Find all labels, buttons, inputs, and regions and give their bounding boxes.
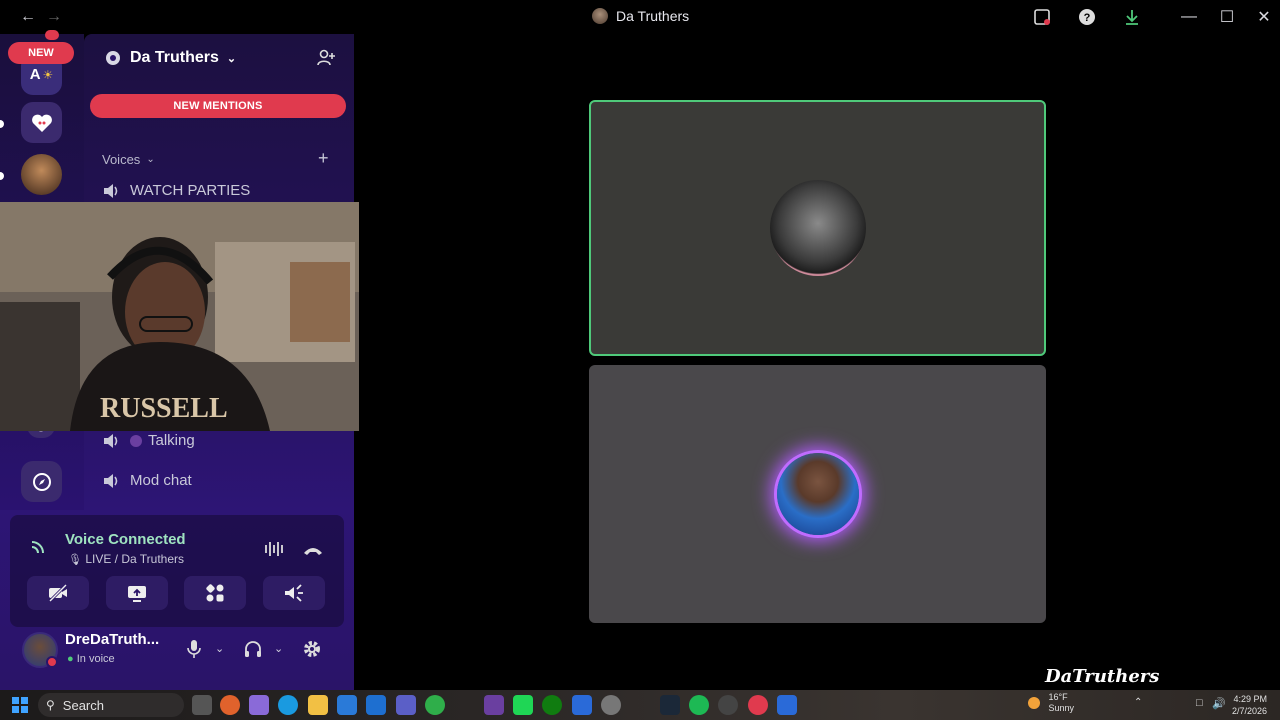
app-icon[interactable] — [777, 695, 797, 715]
weather-widget[interactable]: 16°F Sunny — [1028, 692, 1074, 714]
signal-icon — [30, 537, 48, 560]
store-icon[interactable] — [337, 695, 357, 715]
xbox-icon[interactable] — [542, 695, 562, 715]
chevron-down-icon: ⌄ — [226, 52, 237, 65]
screen-share-icon — [128, 586, 146, 602]
window-title: Da Truthers — [592, 8, 689, 24]
edge-icon[interactable] — [278, 695, 298, 715]
participant-tile[interactable] — [589, 365, 1046, 623]
webcam-feed-image: RUSSELL — [0, 202, 359, 431]
microphone-icon[interactable] — [186, 639, 202, 664]
microphone-small-icon: 🎙 — [68, 554, 82, 566]
new-badge[interactable]: NEW — [8, 42, 74, 64]
taskbar-clock[interactable]: 4:29 PM 2/7/2026 — [1232, 693, 1267, 717]
volume-icon[interactable]: 🔊 — [1212, 697, 1226, 710]
close-icon[interactable]: ✕ — [1253, 6, 1275, 28]
share-screen-button[interactable] — [106, 576, 168, 610]
mention-count-badge — [45, 30, 59, 40]
voice-panel: Voice Connected 🎙 LIVE / Da Truthers Dre… — [0, 510, 354, 690]
dnd-status-dot — [46, 656, 58, 668]
talking-emoji-icon — [130, 434, 142, 447]
back-arrow-icon[interactable]: ← — [20, 8, 36, 26]
app-icon[interactable] — [249, 695, 269, 715]
chevron-down-icon[interactable]: ⌄ — [215, 642, 224, 655]
teams-icon[interactable] — [396, 695, 416, 715]
svg-text:?: ? — [1084, 12, 1091, 24]
disconnect-icon[interactable] — [302, 543, 324, 562]
app-icon[interactable] — [718, 695, 738, 715]
webcam-overlay: RUSSELL — [0, 202, 359, 431]
chevron-up-icon[interactable]: ⌃ — [1134, 697, 1142, 708]
photos-icon[interactable] — [572, 695, 592, 715]
download-icon[interactable] — [1121, 6, 1143, 28]
username[interactable]: DreDaTruth... — [65, 631, 159, 648]
participant-avatar — [776, 453, 859, 535]
voice-status[interactable]: Voice Connected — [65, 531, 186, 548]
voice-channel[interactable]: 🎙 LIVE / Da Truthers — [68, 552, 184, 566]
speaker-lock-icon — [102, 473, 120, 489]
chevron-down-icon[interactable]: ⌄ — [274, 642, 283, 655]
search-icon: ⚲ — [46, 698, 55, 712]
user-status: ● In voice — [67, 653, 115, 665]
speaker-icon — [102, 433, 120, 449]
gear-badge-icon — [106, 51, 120, 65]
file-explorer-icon[interactable] — [308, 695, 328, 715]
server-icon-photo[interactable] — [21, 154, 62, 195]
discover-icon[interactable] — [21, 461, 62, 502]
voices-category[interactable]: Voices ⌄ — [102, 152, 155, 167]
minimize-icon[interactable]: — — [1178, 6, 1200, 28]
toggle-camera-button[interactable] — [27, 576, 89, 610]
streaming-app-icon[interactable] — [513, 695, 533, 715]
spotify-icon[interactable] — [689, 695, 709, 715]
activities-icon — [206, 584, 224, 602]
noise-suppression-icon[interactable] — [264, 541, 286, 562]
taskbar-search[interactable]: ⚲ Search — [38, 693, 184, 717]
app-icon[interactable] — [748, 695, 768, 715]
sun-icon: ☀ — [42, 67, 54, 82]
app-window: ← → Da Truthers ? — ☐ ✕ A ☀ ⓘ — [0, 0, 1280, 720]
new-mentions-button[interactable]: NEW MENTIONS — [90, 94, 346, 118]
settings-icon[interactable] — [601, 695, 621, 715]
soundboard-button[interactable] — [263, 576, 325, 610]
unread-indicator — [0, 172, 4, 180]
app-icon[interactable] — [484, 695, 504, 715]
activities-button[interactable] — [184, 576, 246, 610]
sun-icon — [1028, 697, 1040, 709]
participant-tile-speaking[interactable] — [589, 100, 1046, 356]
headphones-icon[interactable] — [243, 639, 263, 664]
server-icon — [592, 8, 608, 24]
server-header[interactable]: Da Truthers ⌄ — [104, 49, 236, 67]
steam-icon[interactable] — [660, 695, 680, 715]
voice-status-icon: ● — [67, 653, 74, 665]
title-bar: ← → Da Truthers ? — ☐ ✕ — [0, 0, 1280, 34]
taskbar: ⚲ Search 16°F Sunny ⌃ □ 🔊 4:29 PM 2/7/20… — [0, 690, 1280, 720]
add-channel-icon[interactable]: + — [318, 148, 329, 169]
svg-text:RUSSELL: RUSSELL — [100, 393, 228, 424]
stream-watermark: DaTruthers — [1045, 666, 1160, 687]
network-icon[interactable]: □ — [1196, 697, 1203, 709]
channel-talking[interactable]: Talking — [102, 432, 195, 449]
unread-indicator — [0, 120, 4, 128]
channel-watch-parties[interactable]: WATCH PARTIES — [102, 182, 250, 199]
forward-arrow-icon[interactable]: → — [46, 8, 62, 26]
voice-connection-box: Voice Connected 🎙 LIVE / Da Truthers — [10, 515, 344, 627]
firefox-icon[interactable] — [220, 695, 240, 715]
speaker-icon — [102, 183, 120, 199]
inbox-icon[interactable] — [1031, 6, 1053, 28]
task-view-icon[interactable] — [192, 695, 212, 715]
gear-icon[interactable] — [302, 639, 322, 664]
user-panel: DreDaTruth... ● In voice ⌄ ⌄ — [10, 630, 344, 682]
server-icon-heart[interactable] — [21, 102, 62, 143]
outlook-icon[interactable] — [366, 695, 386, 715]
soundboard-icon — [285, 584, 303, 602]
chrome-icon[interactable] — [425, 695, 445, 715]
help-icon[interactable]: ? — [1076, 6, 1098, 28]
channel-mod-chat[interactable]: Mod chat — [102, 472, 192, 489]
maximize-icon[interactable]: ☐ — [1216, 6, 1238, 28]
chevron-down-icon: ⌄ — [146, 154, 155, 165]
invite-people-icon[interactable] — [316, 48, 336, 73]
camera-off-icon — [48, 584, 68, 602]
participant-avatar — [769, 180, 866, 276]
windows-start-icon[interactable] — [12, 697, 28, 713]
